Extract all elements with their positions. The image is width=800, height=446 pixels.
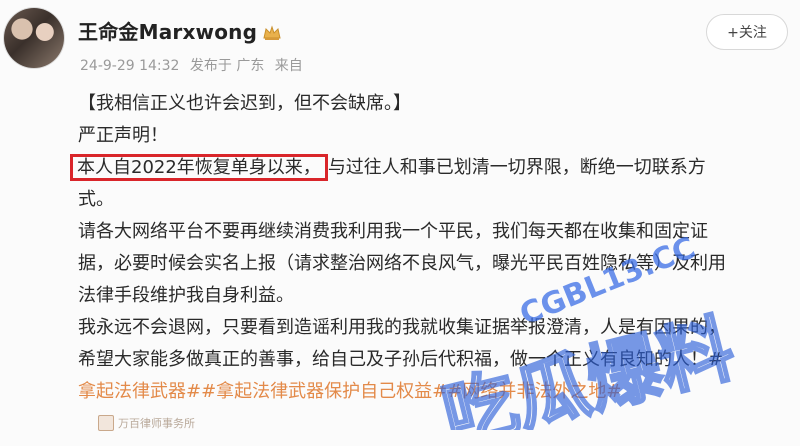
post-line: 我永远不会退网，只要看到造谣利用我的我就收集证据举报澄清，人是有因果的， — [78, 317, 726, 338]
author-name-text[interactable]: 王命金Marxwong — [78, 20, 257, 44]
author-name[interactable]: 王命金Marxwong — [78, 16, 281, 46]
attachment-strip[interactable]: 万百律师事务所 — [98, 412, 195, 434]
post-source: 来自 — [274, 58, 303, 74]
hashtag-line[interactable]: 拿起法律武器##拿起法律武器保护自己权益##网络并非法外之地# — [78, 376, 794, 408]
weibo-post-card: 王命金Marxwong 24-9-29 14:32 发布于 广东 来自 +关注 … — [0, 0, 800, 446]
avatar[interactable] — [4, 8, 64, 68]
highlighted-phrase: 本人自2022年恢复单身以来， — [70, 154, 328, 181]
post-meta: 24-9-29 14:32 发布于 广东 来自 — [80, 55, 309, 75]
post-line: 希望大家能多做真正的善事，给自己及子孙后代积福，做一个正义有良知的人！# — [78, 349, 724, 370]
post-body: 【我相信正义也许会迟到，但不会缺席。】 严正声明！ 本人自2022年恢复单身以来… — [70, 88, 794, 408]
post-location: 发布于 广东 — [189, 58, 265, 74]
attachment-caption: 万百律师事务所 — [118, 417, 195, 430]
post-line: 式。 — [78, 189, 114, 210]
post-line: 法律手段维护我自身利益。 — [78, 285, 294, 306]
post-line: 请各大网络平台不要再继续消费我利用我一个平民，我们每天都在收集和固定证 — [78, 221, 708, 242]
post-time: 24-9-29 14:32 — [80, 58, 180, 74]
follow-button[interactable]: +关注 — [706, 14, 788, 50]
post-line: 本人自2022年恢复单身以来， 与过往人和事已划清一切界限，断绝一切联系方 — [70, 152, 794, 184]
law-firm-logo-icon — [98, 415, 114, 431]
post-line: 据，必要时候会实名上报（请求整治网络不良风气，曝光平民百姓隐私等）及利用 — [78, 253, 726, 274]
post-line-continuation: 与过往人和事已划清一切界限，断绝一切联系方 — [327, 157, 706, 178]
post-line: 【我相信正义也许会迟到，但不会缺席。】 — [78, 93, 411, 114]
crown-icon — [263, 22, 281, 46]
post-line: 严正声明！ — [78, 125, 168, 146]
